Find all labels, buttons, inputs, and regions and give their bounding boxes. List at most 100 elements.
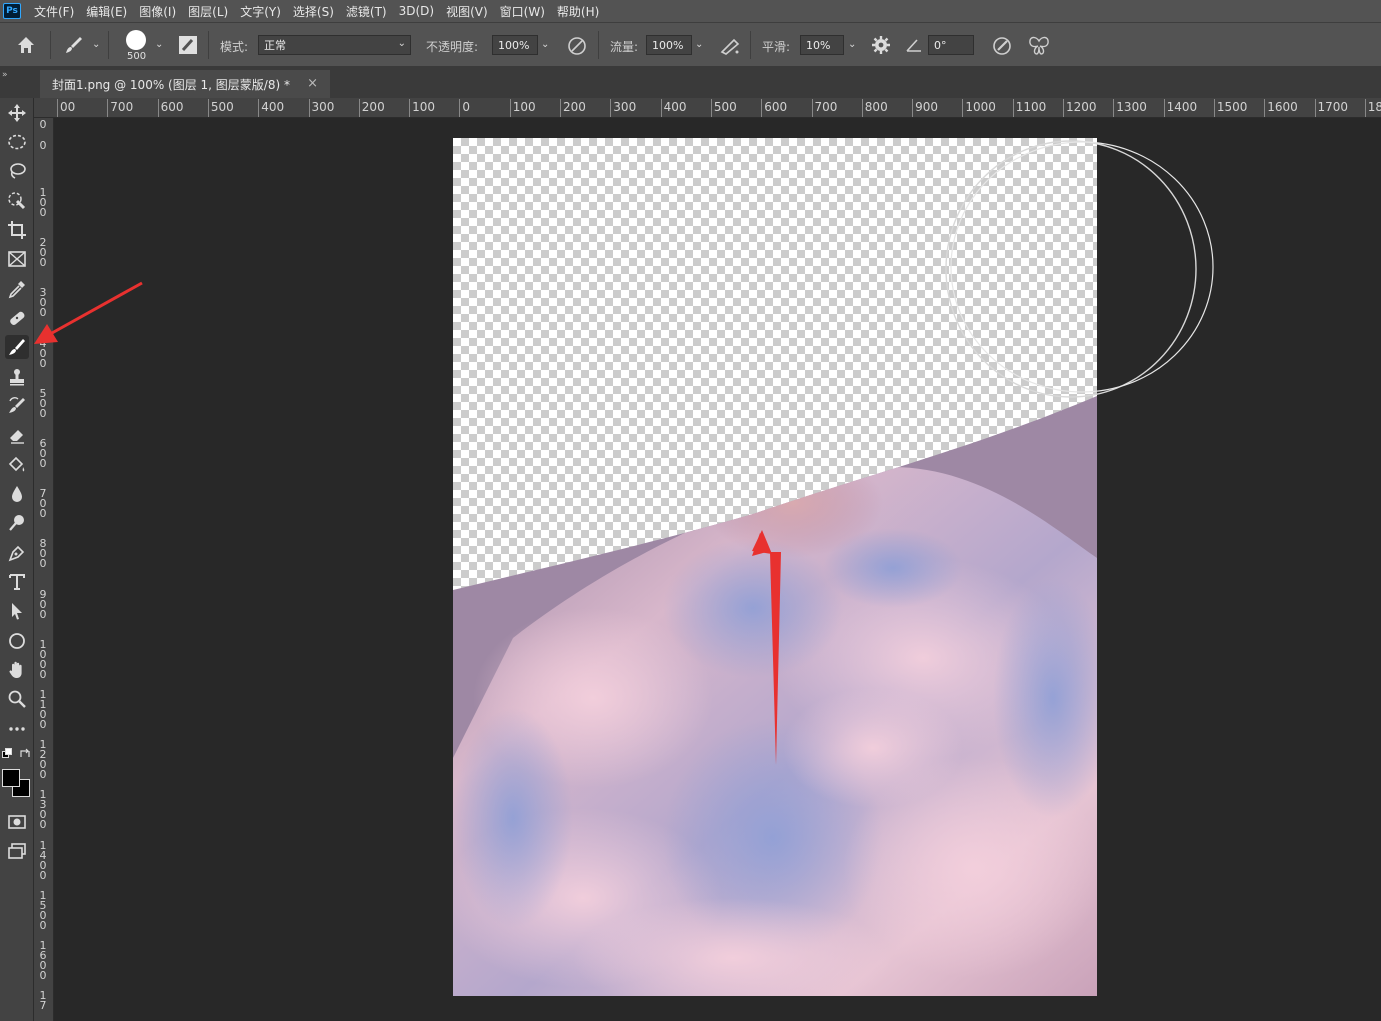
ruler-v-label: 5 0 0: [39, 386, 47, 420]
menu-help[interactable]: 帮助(H): [557, 3, 599, 20]
hand-tool[interactable]: [5, 658, 29, 682]
foreground-color-swatch[interactable]: [2, 769, 20, 787]
ellipse-shape-tool[interactable]: [5, 629, 29, 653]
quick-selection-tool[interactable]: [5, 189, 29, 213]
move-tool[interactable]: [5, 101, 29, 125]
lasso-tool[interactable]: [5, 159, 29, 183]
pen-tool[interactable]: [5, 541, 29, 565]
ruler-h-tick: [207, 99, 209, 117]
document-canvas[interactable]: [453, 138, 1097, 996]
angle-input[interactable]: 0°: [928, 35, 974, 55]
ruler-h-tick: [710, 99, 712, 117]
brush-preset-icon: [66, 37, 82, 53]
ruler-h-tick: [1264, 99, 1266, 117]
eraser-tool[interactable]: [5, 423, 29, 447]
menu-filter[interactable]: 滤镜(T): [346, 3, 387, 20]
menu-layer[interactable]: 图层(L): [188, 3, 228, 20]
menu-file[interactable]: 文件(F): [34, 3, 74, 20]
color-swatches: [2, 769, 32, 799]
flow-input[interactable]: 100%: [646, 35, 692, 55]
smoothing-dropdown[interactable]: ⌄: [848, 39, 856, 50]
crop-tool[interactable]: [5, 218, 29, 242]
zoom-tool[interactable]: [5, 687, 29, 711]
home-button[interactable]: [14, 33, 38, 57]
vertical-ruler[interactable]: 0 0 1 0 0 2 0 0 3 0 0 4 0 0 5 0 0 6 0 0 7 0 0 8 0…: [34, 118, 54, 1021]
frame-tool[interactable]: [5, 247, 29, 271]
menu-bar: Ps 文件(F) 编辑(E) 图像(I) 图层(L) 文字(Y) 选择(S) 滤…: [0, 0, 1381, 22]
menu-image[interactable]: 图像(I): [139, 3, 176, 20]
brush-tool[interactable]: [5, 335, 29, 359]
ruler-h-tick: [409, 99, 411, 117]
document-tab-strip: 封面1.png @ 100% (图层 1, 图层蒙版/8) * ×: [0, 66, 1381, 98]
ruler-h-label: 1200: [1066, 100, 1097, 114]
tools-panel: [0, 98, 34, 1021]
menu-view[interactable]: 视图(V): [446, 3, 488, 20]
opacity-dropdown[interactable]: ⌄: [541, 39, 549, 50]
butterfly-icon: [1029, 36, 1049, 55]
tool-preset-picker[interactable]: [62, 33, 88, 57]
smoothing-label: 平滑:: [762, 40, 791, 54]
photoshop-logo-icon[interactable]: Ps: [3, 3, 21, 19]
smoothing-input[interactable]: 10%: [800, 35, 844, 55]
airbrush-toggle[interactable]: [718, 35, 742, 57]
eyedropper-tool[interactable]: [5, 277, 29, 301]
brush-size-picker[interactable]: [125, 29, 147, 51]
blend-mode-select[interactable]: 正常 ⌄: [258, 35, 411, 55]
chevron-down-icon[interactable]: ⌄: [92, 39, 100, 50]
ruler-v-label: 0: [39, 118, 47, 131]
path-selection-tool[interactable]: [5, 599, 29, 623]
paint-bucket-tool[interactable]: [5, 453, 29, 477]
pressure-opacity-toggle[interactable]: [566, 35, 588, 57]
ruler-v-label: 1 1 0 0: [39, 688, 47, 731]
ruler-h-tick: [761, 99, 763, 117]
quick-mask-button[interactable]: [5, 810, 29, 834]
dodge-tool[interactable]: [5, 511, 29, 535]
menu-type[interactable]: 文字(Y): [240, 3, 281, 20]
type-tool[interactable]: [5, 570, 29, 594]
ruler-h-label: 200: [563, 100, 586, 114]
chevron-down-icon[interactable]: ⌄: [155, 39, 163, 50]
ruler-v-label: 1 4 0 0: [39, 838, 47, 882]
elliptical-marquee-tool[interactable]: [5, 130, 29, 154]
swap-colors-icon[interactable]: [19, 748, 31, 760]
horizontal-ruler[interactable]: 00 700 600 500 400 300 200 100 0 100 200 300 400 500 6…: [34, 98, 1381, 118]
brush-tool-icon: [9, 339, 25, 355]
more-tools-icon: [9, 727, 25, 731]
toolbar-collapse-icon[interactable]: »: [2, 70, 8, 80]
default-colors-icon[interactable]: [2, 748, 14, 760]
ruler-h-tick: [509, 99, 511, 117]
menu-3d[interactable]: 3D(D): [399, 4, 434, 18]
menu-edit[interactable]: 编辑(E): [86, 3, 127, 20]
ruler-h-tick: [560, 99, 561, 117]
menu-window[interactable]: 窗口(W): [500, 3, 545, 20]
document-tab[interactable]: 封面1.png @ 100% (图层 1, 图层蒙版/8) * ×: [40, 70, 330, 98]
ellipse-shape-icon: [9, 633, 25, 649]
blur-tool[interactable]: [5, 482, 29, 506]
clone-stamp-icon: [10, 369, 24, 386]
ruler-h-tick: [358, 99, 360, 117]
ruler-v-label: 7 0 0: [39, 487, 47, 521]
close-tab-icon[interactable]: ×: [307, 76, 318, 91]
ruler-h-tick: [1364, 99, 1366, 117]
flow-dropdown[interactable]: ⌄: [695, 39, 703, 50]
opacity-input[interactable]: 100%: [492, 35, 538, 55]
ruler-h-label: 700: [814, 100, 838, 114]
opacity-label: 不透明度:: [426, 40, 479, 54]
menu-select[interactable]: 选择(S): [293, 3, 334, 20]
crop-icon: [8, 221, 26, 239]
screen-mode-button[interactable]: [5, 839, 29, 863]
symmetry-button[interactable]: [1027, 35, 1051, 57]
brush-settings-panel-toggle[interactable]: [178, 35, 198, 55]
paint-bucket-icon: [8, 456, 25, 472]
brush-angle-control[interactable]: [905, 37, 923, 53]
history-brush-tool[interactable]: [5, 394, 29, 418]
smoothing-options-button[interactable]: [871, 35, 891, 55]
edit-toolbar-button[interactable]: [5, 717, 29, 741]
clone-stamp-tool[interactable]: [5, 365, 29, 389]
healing-brush-tool[interactable]: [5, 306, 29, 330]
ruler-h-label: 00: [60, 100, 76, 114]
pressure-size-toggle[interactable]: [991, 35, 1013, 57]
ruler-h-tick: [610, 99, 612, 117]
ruler-v-label: 9 0 0: [39, 587, 47, 621]
lasso-icon: [10, 163, 26, 179]
